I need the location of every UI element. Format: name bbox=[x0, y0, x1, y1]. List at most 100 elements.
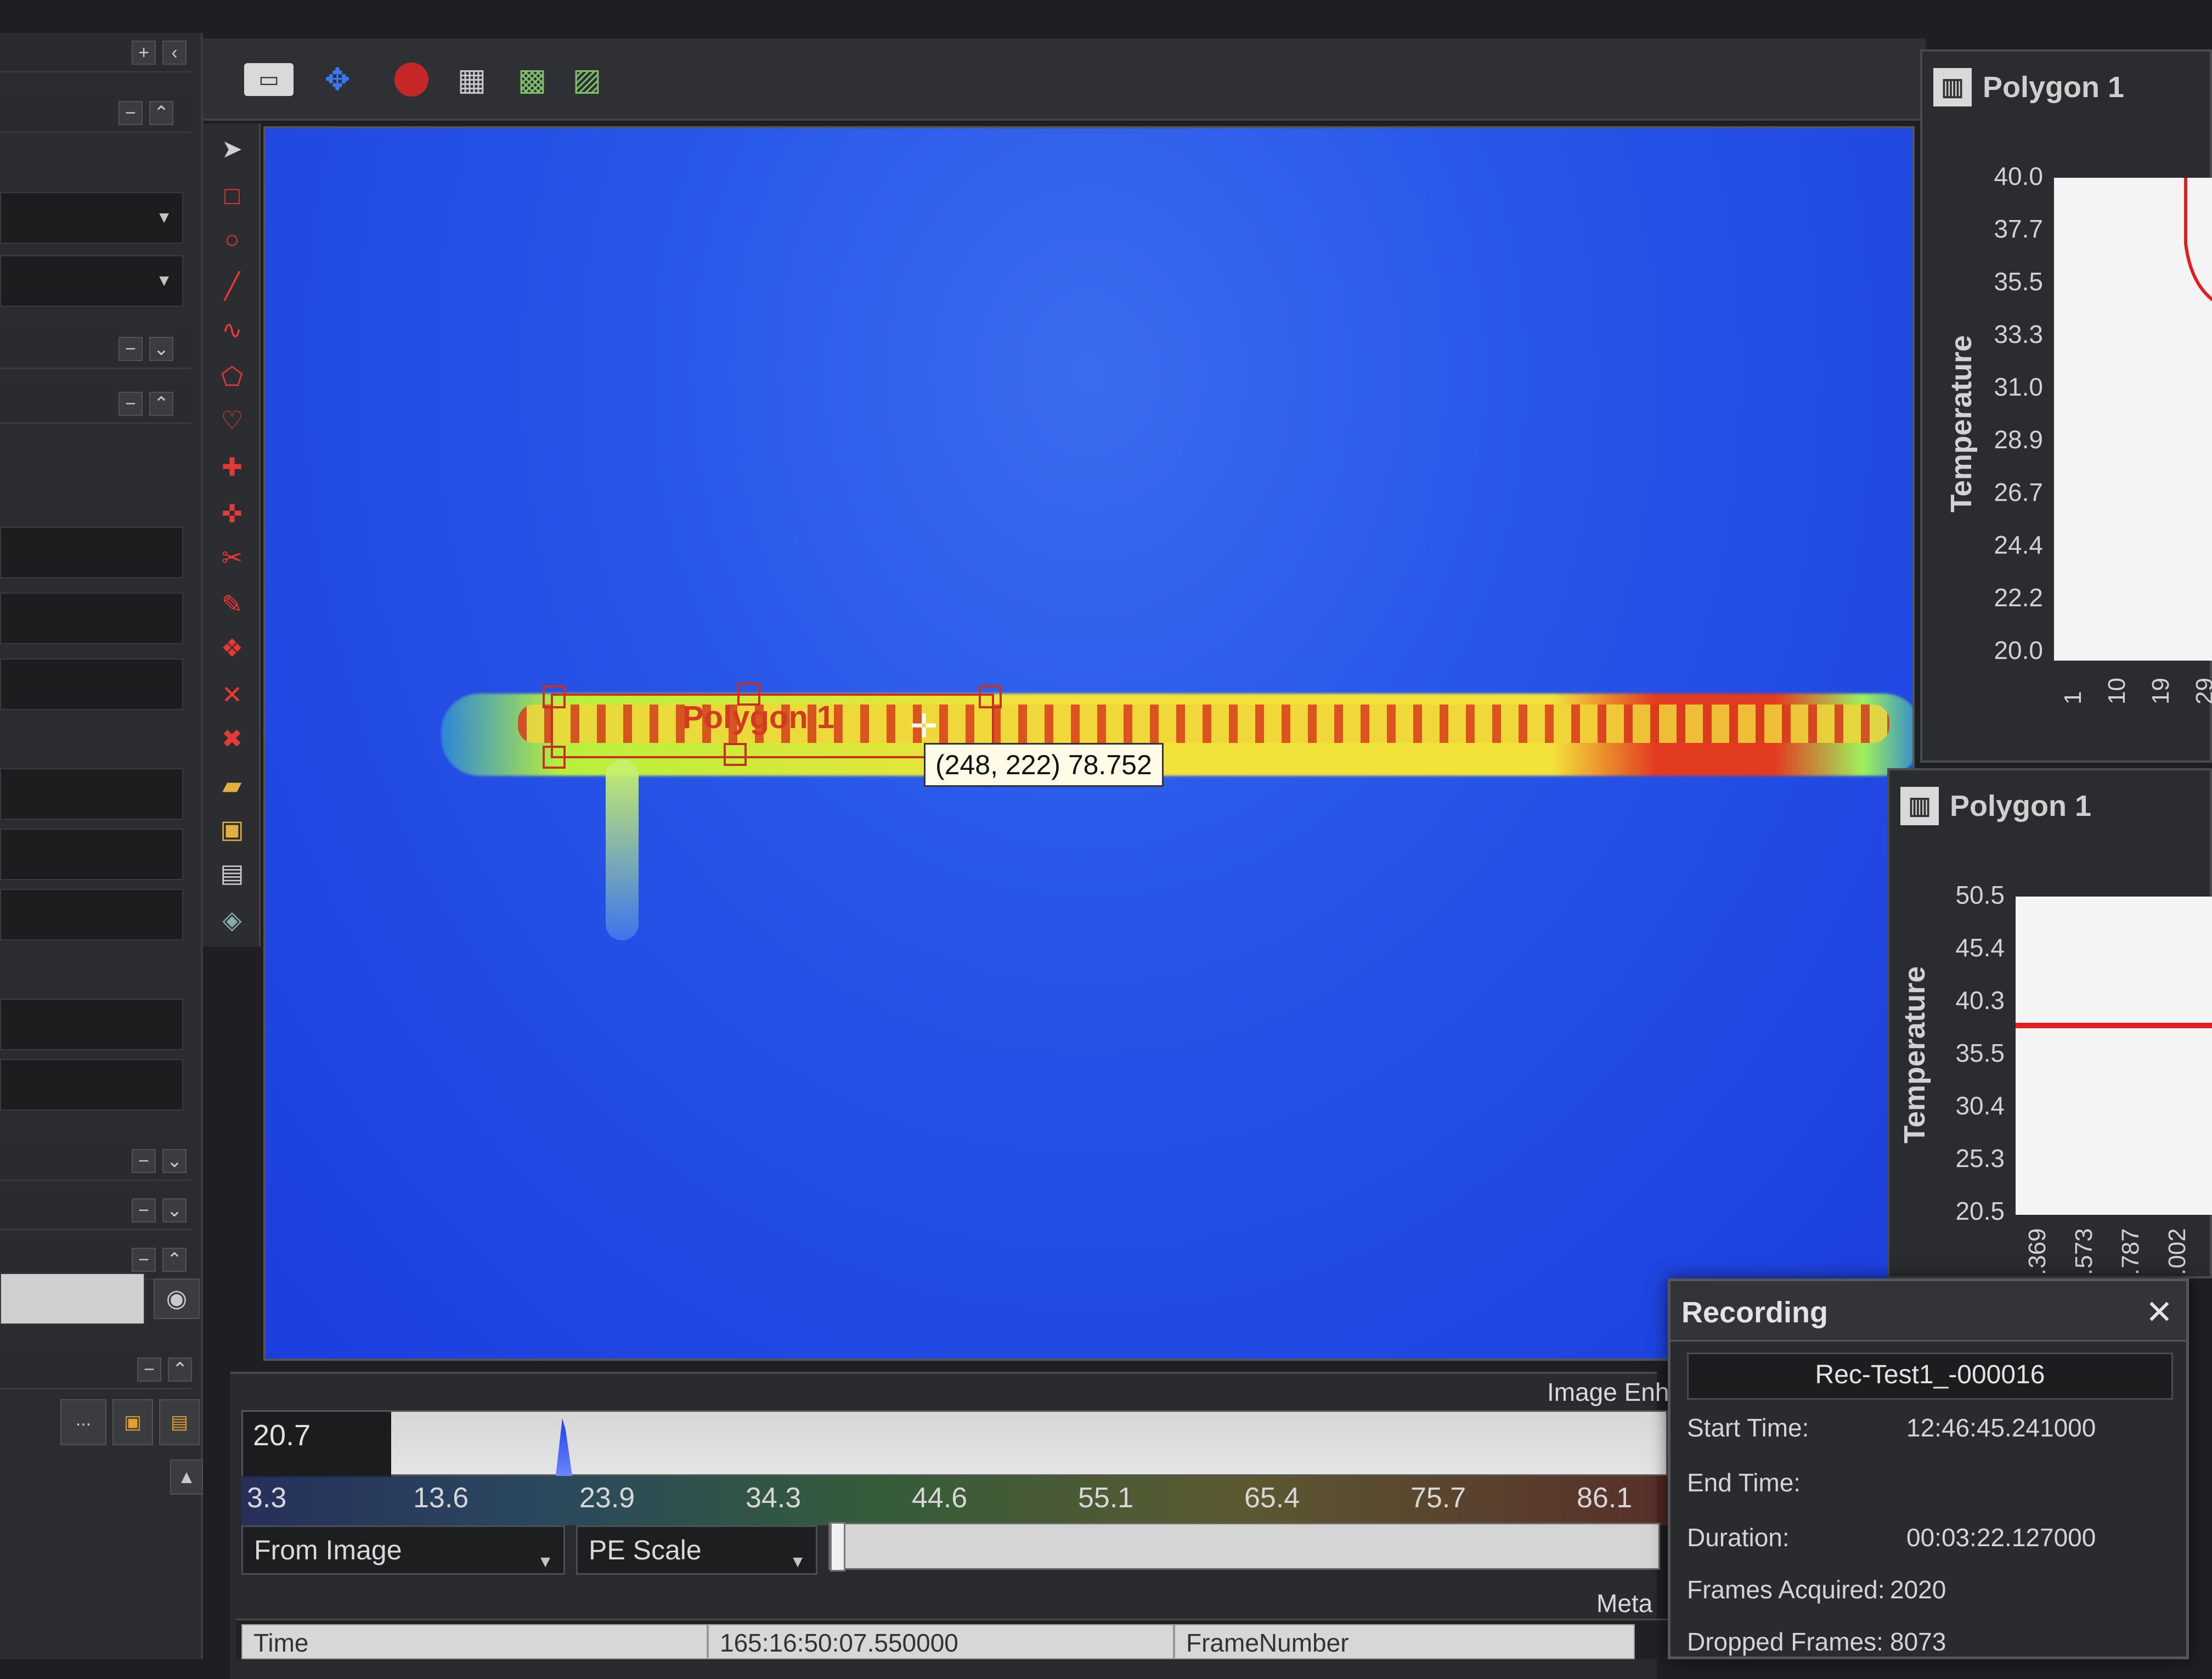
spot-move-icon[interactable]: ✜ bbox=[215, 497, 249, 531]
chevron-up-icon[interactable]: ⌃ bbox=[149, 392, 173, 416]
dock-field[interactable] bbox=[0, 768, 183, 820]
x-tick: 29 bbox=[2191, 678, 2212, 705]
scale-tick: 34.3 bbox=[746, 1482, 802, 1514]
x-tick: .002 bbox=[2164, 1228, 2191, 1275]
panel-title-text: Polygon 1 bbox=[1950, 790, 2092, 822]
roi-handle[interactable] bbox=[543, 746, 566, 769]
y-tick: 37.7 bbox=[1994, 215, 2043, 243]
collapse-left-icon[interactable]: ‹ bbox=[162, 41, 187, 65]
roi-handle[interactable] bbox=[979, 685, 1002, 708]
minimize-icon[interactable]: − bbox=[119, 392, 143, 416]
minimize-icon[interactable]: − bbox=[119, 337, 143, 361]
y-tick: 40.3 bbox=[1955, 986, 2005, 1015]
import-icon[interactable]: ▣ bbox=[215, 812, 249, 846]
chevron-up-icon[interactable]: ⌃ bbox=[149, 101, 173, 125]
line-icon[interactable]: ╱ bbox=[215, 269, 249, 303]
layout-icon[interactable]: ▭ bbox=[244, 63, 294, 96]
polygon-icon[interactable]: ⬠ bbox=[215, 359, 249, 393]
level-slider[interactable] bbox=[828, 1522, 1660, 1571]
dock-dropdown-2[interactable]: ▼ bbox=[0, 255, 183, 307]
minimize-icon[interactable]: − bbox=[132, 1248, 156, 1272]
open-folder-icon[interactable]: ▰ bbox=[215, 768, 249, 802]
pointer-icon[interactable]: ➤ bbox=[215, 132, 249, 166]
temperature-chart-bottom[interactable] bbox=[2016, 897, 2212, 1215]
main-toolbar: ▭ ✥ ▦ ▩ ▨ bbox=[203, 38, 1926, 121]
roi-tool-strip: ➤ □ ○ ╱ ∿ ⬠ ♡ ✚ ✜ ✂ ✎ ❖ ✕ ✖ ▰ ▣ ▤ ◈ bbox=[203, 123, 261, 946]
add-icon[interactable]: + bbox=[132, 41, 156, 65]
dock-field[interactable] bbox=[0, 889, 183, 940]
eye-icon[interactable]: ◉ bbox=[154, 1278, 200, 1319]
dropped-frames-label: Dropped Frames: bbox=[1687, 1627, 1883, 1656]
minimize-icon[interactable]: − bbox=[119, 101, 143, 125]
thermal-image-view[interactable]: Polygon 1 ✛ (248, 222) 78.752 bbox=[263, 126, 1915, 1361]
y-tick: 35.5 bbox=[1994, 267, 2043, 296]
dock-dropdown-1[interactable]: ▼ bbox=[0, 192, 183, 244]
more-button[interactable]: ... bbox=[60, 1399, 106, 1445]
metadata-header: Meta bbox=[1596, 1589, 1653, 1618]
slider-handle[interactable] bbox=[830, 1522, 845, 1571]
polyline-icon[interactable]: ∿ bbox=[215, 313, 249, 347]
chevron-down-icon[interactable]: ⌄ bbox=[149, 337, 173, 361]
add-image-icon[interactable]: ▨ bbox=[565, 58, 609, 102]
save-icon[interactable]: ▤ bbox=[215, 856, 249, 890]
x-tick: 10 bbox=[2103, 678, 2130, 705]
roi-handle[interactable] bbox=[543, 685, 566, 708]
hot-spike bbox=[606, 759, 639, 940]
chevron-down-icon: ▼ bbox=[537, 1553, 554, 1571]
rectangle-icon[interactable]: □ bbox=[215, 178, 249, 212]
pixel-readout-tooltip: (248, 222) 78.752 bbox=[924, 743, 1164, 787]
scroll-up-icon[interactable]: ▲ bbox=[170, 1460, 203, 1495]
delete-all-icon[interactable]: ✖ bbox=[215, 722, 249, 756]
delete-icon[interactable]: ✕ bbox=[215, 678, 249, 712]
panel-title: ▥ Polygon 1 bbox=[1933, 63, 2124, 112]
record-icon[interactable] bbox=[390, 58, 433, 102]
chevron-up-icon[interactable]: ⌃ bbox=[168, 1357, 192, 1382]
ellipse-icon[interactable]: ○ bbox=[215, 222, 249, 256]
dock-field[interactable] bbox=[0, 1059, 183, 1111]
chevron-down-icon[interactable]: ⌄ bbox=[162, 1198, 187, 1222]
time-label: Time bbox=[241, 1624, 708, 1659]
series-line bbox=[2184, 178, 2212, 302]
duplicate-roi-icon[interactable]: ❖ bbox=[215, 631, 249, 665]
dock-field[interactable] bbox=[0, 829, 183, 880]
x-tick: 1 bbox=[2059, 691, 2086, 705]
minimize-icon[interactable]: − bbox=[132, 1149, 156, 1173]
folder-record-icon[interactable]: ▣ bbox=[112, 1399, 153, 1445]
dock-field[interactable] bbox=[0, 593, 183, 644]
y-tick: 22.2 bbox=[1994, 583, 2043, 612]
chevron-down-icon[interactable]: ⌄ bbox=[162, 1149, 187, 1173]
histogram[interactable]: 20.7 bbox=[241, 1410, 1668, 1478]
edit-roi-icon[interactable]: ✎ bbox=[215, 587, 249, 621]
y-axis-label: Temperature bbox=[1945, 335, 1978, 512]
snapshot-icon[interactable]: ▩ bbox=[510, 58, 554, 102]
scale-tick: 86.1 bbox=[1577, 1482, 1633, 1514]
range-mode-select[interactable]: From Image ▼ bbox=[241, 1525, 565, 1575]
dock-field[interactable] bbox=[0, 999, 183, 1050]
dock-field[interactable] bbox=[0, 658, 183, 710]
dock-text-field[interactable] bbox=[0, 1273, 145, 1325]
camera-image-icon[interactable]: ▦ bbox=[450, 58, 494, 102]
scale-tick: 44.6 bbox=[912, 1482, 968, 1514]
temperature-chart-top[interactable] bbox=[2054, 178, 2212, 661]
dock-section-header: − ⌃ bbox=[0, 384, 192, 424]
scale-tick: 23.9 bbox=[579, 1482, 635, 1514]
y-tick: 40.0 bbox=[1994, 162, 2043, 190]
start-time-value: 12:46:45.241000 bbox=[1906, 1413, 2096, 1442]
histogram-value: 20.7 bbox=[243, 1412, 391, 1478]
roi-handle[interactable] bbox=[724, 743, 747, 766]
y-tick: 20.5 bbox=[1955, 1197, 2005, 1225]
minimize-icon[interactable]: − bbox=[132, 1198, 156, 1222]
spot-icon[interactable]: ✚ bbox=[215, 450, 249, 484]
minimize-icon[interactable]: − bbox=[137, 1357, 161, 1382]
roi-label: Polygon 1 bbox=[682, 700, 835, 735]
visibility-icon[interactable]: ◈ bbox=[215, 903, 249, 937]
dock-field[interactable] bbox=[0, 527, 183, 578]
chevron-up-icon[interactable]: ⌃ bbox=[162, 1248, 187, 1272]
export-icon[interactable]: ▤ bbox=[159, 1399, 200, 1445]
freeform-icon[interactable]: ♡ bbox=[215, 403, 249, 437]
duration-value: 00:03:22.127000 bbox=[1906, 1523, 2096, 1552]
split-icon[interactable]: ✂ bbox=[215, 540, 249, 574]
close-icon[interactable]: ✕ bbox=[2146, 1293, 2173, 1332]
palette-select[interactable]: PE Scale ▼ bbox=[576, 1525, 817, 1575]
crosshair-icon[interactable]: ✥ bbox=[315, 58, 359, 102]
